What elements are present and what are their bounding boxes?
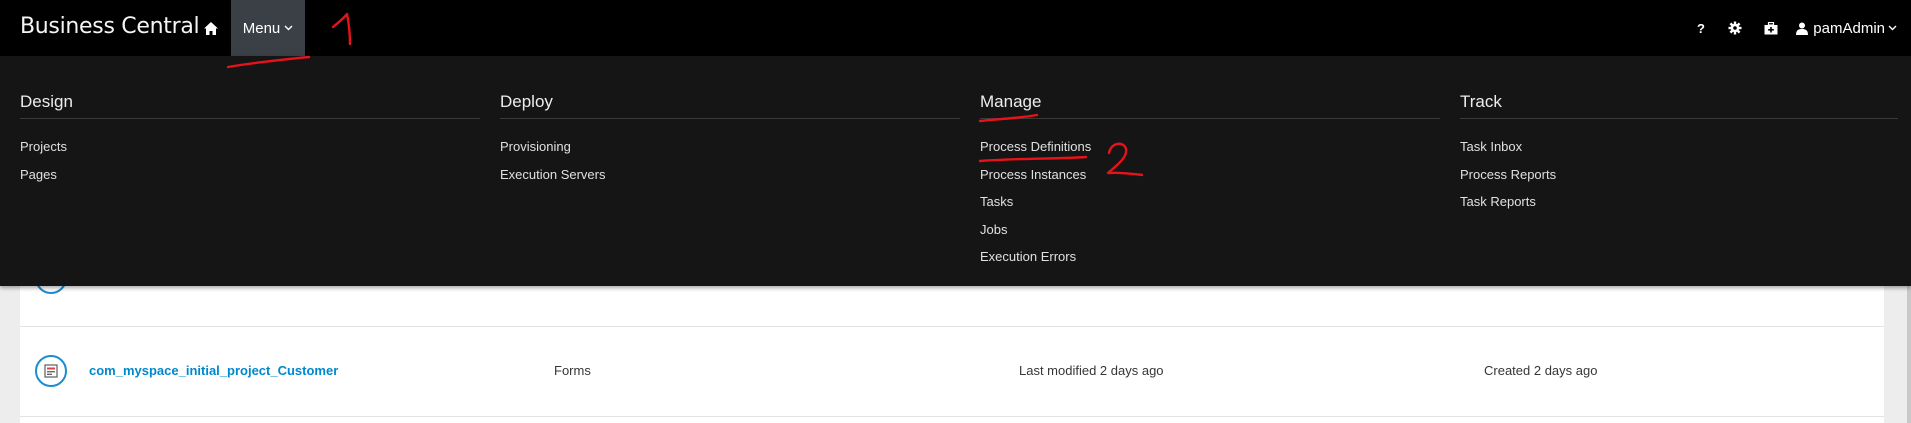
mega-menu: Design Projects Pages Deploy Provisionin… <box>0 56 1911 286</box>
menu-item-pages[interactable]: Pages <box>20 166 480 194</box>
chevron-down-icon <box>1888 25 1897 31</box>
home-button[interactable] <box>200 18 222 38</box>
menu-item-process-definitions[interactable]: Process Definitions <box>980 138 1440 166</box>
asset-created: Created 2 days ago <box>1484 363 1598 378</box>
menu-dropdown-button[interactable]: Menu <box>231 0 305 56</box>
asset-type: Forms <box>554 363 591 378</box>
menu-item-projects[interactable]: Projects <box>20 138 480 166</box>
menu-column-manage: Manage Process Definitions Process Insta… <box>980 92 1440 276</box>
admin-tools-button[interactable] <box>1762 19 1780 37</box>
asset-modified: Last modified 2 days ago <box>1019 363 1164 378</box>
form-asset-icon <box>35 355 67 387</box>
user-icon <box>1796 22 1809 35</box>
row-divider <box>20 416 1884 417</box>
user-menu[interactable]: pamAdmin <box>1796 0 1897 56</box>
menu-group-title: Manage <box>980 92 1440 119</box>
first-aid-icon <box>1764 21 1778 34</box>
help-icon: ? <box>1697 20 1705 36</box>
menu-column-deploy: Deploy Provisioning Execution Servers <box>500 92 960 193</box>
user-name: pamAdmin <box>1813 19 1885 37</box>
gear-icon <box>1728 21 1742 35</box>
menu-item-provisioning[interactable]: Provisioning <box>500 138 960 166</box>
menu-item-process-instances[interactable]: Process Instances <box>980 166 1440 194</box>
menu-item-execution-errors[interactable]: Execution Errors <box>980 248 1440 276</box>
scrollbar[interactable] <box>1907 285 1911 423</box>
asset-name-link[interactable]: com_myspace_initial_project_Customer <box>89 363 338 378</box>
chevron-down-icon <box>284 25 293 31</box>
top-navbar: Business Central Menu ? pamAdmin <box>0 0 1911 56</box>
menu-item-jobs[interactable]: Jobs <box>980 221 1440 249</box>
menu-item-task-reports[interactable]: Task Reports <box>1460 193 1898 221</box>
menu-item-process-reports[interactable]: Process Reports <box>1460 166 1898 194</box>
help-button[interactable]: ? <box>1694 18 1708 38</box>
menu-column-track: Track Task Inbox Process Reports Task Re… <box>1460 92 1898 221</box>
menu-group-title: Design <box>20 92 480 119</box>
home-icon <box>204 21 218 35</box>
menu-column-design: Design Projects Pages <box>20 92 480 193</box>
menu-item-execution-servers[interactable]: Execution Servers <box>500 166 960 194</box>
menu-item-task-inbox[interactable]: Task Inbox <box>1460 138 1898 166</box>
menu-label: Menu <box>242 19 281 37</box>
menu-item-tasks[interactable]: Tasks <box>980 193 1440 221</box>
menu-group-title: Deploy <box>500 92 960 119</box>
settings-button[interactable] <box>1726 19 1744 37</box>
table-row[interactable]: com_myspace_initial_project_Customer For… <box>20 327 1884 415</box>
menu-group-title: Track <box>1460 92 1898 119</box>
brand-title[interactable]: Business Central <box>20 14 200 39</box>
